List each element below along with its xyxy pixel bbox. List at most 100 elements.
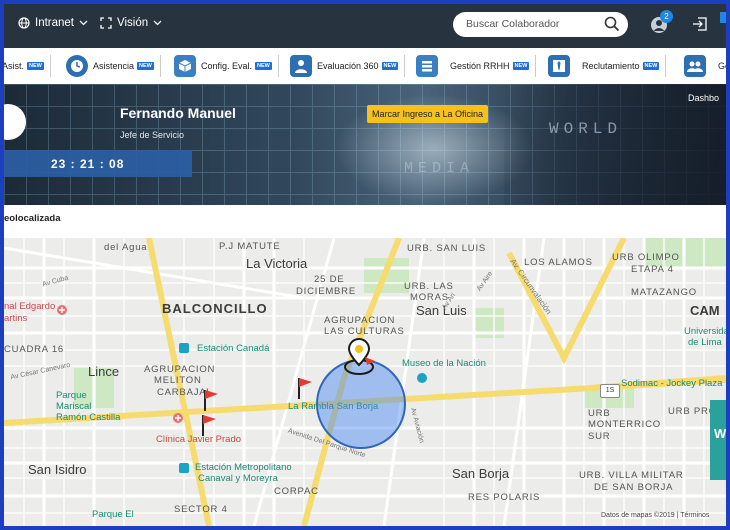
app-frame: Intranet Visión Buscar Colaborador 2 Asi…: [4, 4, 726, 526]
map-neighborhood-label: URB. VILLA MILITAR: [579, 470, 684, 481]
map-neighborhood-label: URB. SAN LUIS: [407, 243, 487, 254]
museum-icon: [417, 373, 427, 383]
hospital-icon: [173, 413, 183, 423]
map-neighborhood-label: MONTERRICO: [588, 419, 661, 430]
flag-marker-icon[interactable]: [296, 376, 314, 400]
tie-icon: [548, 55, 570, 77]
new-badge: NEW: [27, 62, 44, 70]
flag-marker-icon[interactable]: [200, 413, 218, 437]
stack-icon: [416, 55, 438, 77]
map-poi-label[interactable]: Canaval y Moreyra: [198, 473, 278, 484]
map-neighborhood-label: RES POLARIS: [468, 492, 541, 503]
module-label: Evaluación 360: [317, 61, 379, 71]
person-icon: [290, 55, 312, 77]
fullscreen-icon: [100, 17, 112, 29]
module-config-eval[interactable]: Config. Eval. NEW: [174, 48, 279, 84]
user-role: Jefe de Servicio: [120, 130, 185, 140]
hero-background-word: MEDIA: [404, 160, 475, 177]
map-district-label: San Borja: [452, 466, 510, 481]
module-reclutamiento[interactable]: Reclutamiento NEW: [548, 48, 667, 84]
map-neighborhood-label: URB: [588, 408, 611, 419]
map-poi-label[interactable]: Sodimac - Jockey Plaza: [621, 378, 722, 389]
map-poi-label[interactable]: de Lima: [688, 337, 722, 348]
new-badge: NEW: [642, 62, 660, 70]
map-poi-label[interactable]: Museo de la Nación: [402, 358, 486, 369]
module-evaluacion-360[interactable]: Evaluación 360 NEW: [290, 48, 406, 84]
map-neighborhood-label: 25 DE: [314, 274, 345, 285]
search-placeholder: Buscar Colaborador: [466, 18, 560, 30]
divider: [535, 55, 537, 77]
hero-banner: WORLD MEDIA Fernando Manuel Jefe de Serv…: [4, 84, 726, 205]
map-poi-label[interactable]: Mariscal: [56, 401, 91, 412]
map-neighborhood-label: P.J MATUTE: [219, 241, 281, 252]
box-icon: [174, 55, 196, 77]
notification-badge: 2: [660, 10, 673, 23]
module-label: Ge: [718, 61, 726, 71]
module-ge[interactable]: Ge: [684, 48, 726, 84]
logout-icon[interactable]: [692, 17, 708, 31]
map-poi-label[interactable]: Parque: [56, 390, 87, 401]
search-input[interactable]: Buscar Colaborador: [453, 12, 628, 37]
flag-marker-icon[interactable]: [202, 388, 220, 412]
map-district-label: CAM: [690, 303, 720, 318]
map-view[interactable]: La Victoria BALCONCILLO San Luis Lince S…: [4, 238, 726, 526]
map-poi-label[interactable]: Clínica Javier Prado: [156, 434, 241, 445]
map-neighborhood-label: URB. LAS: [404, 281, 454, 292]
transit-icon: [179, 463, 189, 473]
map-neighborhood-label: LOS ALAMOS: [524, 257, 593, 268]
map-district-label: La Victoria: [246, 256, 308, 271]
module-asistencia[interactable]: Asistencia NEW: [66, 48, 161, 84]
map-neighborhood-label: SUR: [588, 431, 611, 442]
map-neighborhood-label: CORPAC: [274, 486, 319, 497]
map-attribution[interactable]: Datos de mapas ©2019 | Términos: [601, 512, 710, 519]
map-district-label: San Isidro: [28, 462, 87, 477]
map-poi-label[interactable]: Universidad: [684, 326, 726, 337]
map-district-label: BALCONCILLO: [162, 301, 268, 316]
module-label: Reclutamiento: [582, 61, 640, 71]
intranet-menu[interactable]: Intranet: [18, 17, 88, 29]
map-neighborhood-label: SECTOR 4: [174, 504, 228, 515]
map-neighborhood-label: AGRUPACION: [324, 315, 396, 326]
module-label: Asistencia: [93, 61, 135, 71]
people-icon: [684, 55, 706, 77]
side-panel-tab[interactable]: W: [710, 400, 726, 480]
module-asist[interactable]: Asist. NEW: [4, 48, 51, 84]
search-icon[interactable]: [604, 16, 620, 32]
map-poi-label[interactable]: Estación Canadá: [197, 343, 269, 354]
map-neighborhood-label: DICIEMBRE: [296, 286, 356, 297]
map-poi-label[interactable]: Parque El: [92, 509, 134, 520]
location-marker-icon[interactable]: [337, 335, 383, 381]
user-name: Fernando Manuel: [120, 105, 236, 121]
module-label: Config. Eval.: [201, 61, 253, 71]
module-label: Asist.: [4, 61, 25, 71]
top-bar: Intranet Visión Buscar Colaborador 2: [4, 4, 726, 48]
map-neighborhood-label: CUADRA 16: [4, 344, 64, 355]
new-badge: NEW: [381, 62, 399, 70]
map-neighborhood-label: ETAPA 4: [631, 264, 674, 275]
mark-office-entry-button[interactable]: Marcar Ingreso a La Oficina: [367, 105, 489, 123]
dashboard-link[interactable]: Dashbo: [688, 93, 719, 103]
hospital-icon: [57, 305, 67, 315]
divider: [159, 55, 161, 77]
new-badge: NEW: [137, 62, 154, 70]
vision-label: Visión: [117, 17, 149, 29]
intranet-label: Intranet: [35, 17, 74, 29]
map-poi-label[interactable]: Ramón Castilla: [56, 412, 120, 423]
map-neighborhood-label: URB OLIMPO: [612, 252, 680, 263]
highway-shield: 1S: [600, 384, 620, 398]
new-badge: NEW: [512, 62, 530, 70]
map-poi-label[interactable]: artins: [4, 313, 27, 324]
chevron-down-icon: [79, 20, 88, 26]
module-bar: Asist. NEW Asistencia NEW Config. Eval. …: [4, 48, 726, 85]
module-gestion-rrhh[interactable]: Gestión RRHH NEW: [416, 48, 537, 84]
vision-menu[interactable]: Visión: [100, 17, 162, 29]
map-neighborhood-label: MORAS: [410, 292, 449, 303]
hero-background-word: WORLD: [549, 120, 623, 138]
map-neighborhood-label: AGRUPACION: [144, 364, 216, 375]
map-poi-label[interactable]: nal Edgardo: [4, 301, 55, 312]
divider: [665, 55, 667, 77]
map-poi-label[interactable]: Estación Metropolitano: [195, 462, 292, 473]
globe-icon: [18, 17, 30, 29]
clock-icon: [66, 55, 88, 77]
map-street-label: del Agua: [104, 242, 148, 253]
